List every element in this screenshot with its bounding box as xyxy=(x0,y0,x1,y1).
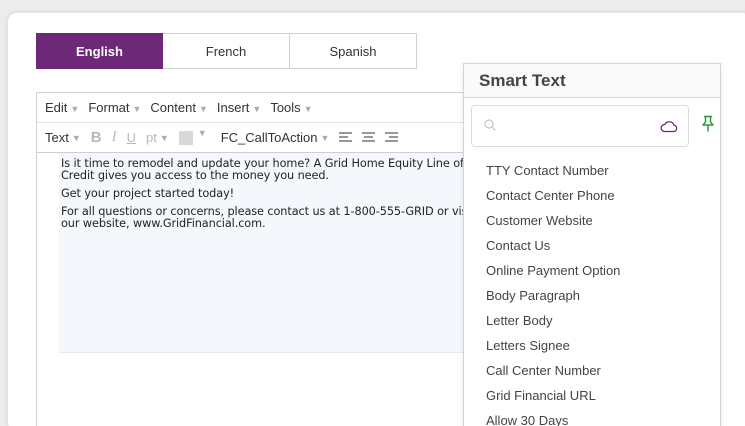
align-right-icon[interactable] xyxy=(385,132,399,143)
align-center-icon[interactable] xyxy=(362,132,376,143)
list-item[interactable]: Grid Financial URL xyxy=(464,383,720,408)
list-item[interactable]: Call Center Number xyxy=(464,358,720,383)
text-format-select[interactable]: Text ▼ xyxy=(45,130,81,145)
smart-text-panel: Smart Text TTY Contact Number Contact Ce… xyxy=(463,63,721,426)
text-color-button[interactable]: ▼ xyxy=(178,128,207,145)
menu-content[interactable]: Content ▼ xyxy=(150,100,207,115)
list-item[interactable]: Contact Us xyxy=(464,233,720,258)
rich-text-editor: Edit ▼ Format ▼ Content ▼ Insert ▼ Tools ▼ Te… xyxy=(36,92,476,426)
tab-spanish[interactable]: Spanish xyxy=(290,33,417,69)
smart-text-title: Smart Text xyxy=(464,64,720,98)
editor-content-area[interactable]: Is it time to remodel and update your ho… xyxy=(59,153,475,353)
list-item[interactable]: TTY Contact Number xyxy=(464,158,720,183)
menu-format[interactable]: Format ▼ xyxy=(88,100,141,115)
list-item[interactable]: Body Paragraph xyxy=(464,283,720,308)
color-swatch-icon xyxy=(178,130,193,145)
align-left-icon[interactable] xyxy=(339,132,353,143)
font-size-select[interactable]: pt ▼ xyxy=(146,130,169,145)
list-item[interactable]: Allow 30 Days xyxy=(464,408,720,426)
body-paragraph: Is it time to remodel and update your ho… xyxy=(61,157,464,182)
call-to-action-paragraph: Get your project started today! xyxy=(61,187,235,200)
list-item[interactable]: Contact Center Phone xyxy=(464,183,720,208)
list-item[interactable]: Letters Signee xyxy=(464,333,720,358)
italic-button[interactable]: I xyxy=(112,129,117,146)
language-tabs: English French Spanish xyxy=(36,33,417,69)
editor-toolbar: Text ▼ B I U pt ▼ ▼ FC_CallToAction ▼ xyxy=(37,123,475,153)
list-item[interactable]: Letter Body xyxy=(464,308,720,333)
menu-tools[interactable]: Tools ▼ xyxy=(270,100,312,115)
list-item[interactable]: Online Payment Option xyxy=(464,258,720,283)
menu-insert[interactable]: Insert ▼ xyxy=(217,100,261,115)
list-item[interactable]: Customer Website xyxy=(464,208,720,233)
tab-french[interactable]: French xyxy=(163,33,290,69)
tab-english[interactable]: English xyxy=(36,33,163,69)
style-select[interactable]: FC_CallToAction ▼ xyxy=(221,130,330,145)
search-icon xyxy=(484,119,496,131)
pin-icon[interactable] xyxy=(700,115,716,133)
underline-button[interactable]: U xyxy=(127,130,136,145)
cloud-icon[interactable] xyxy=(660,119,678,133)
editor-menubar: Edit ▼ Format ▼ Content ▼ Insert ▼ Tools ▼ xyxy=(37,93,475,123)
smart-text-search-input[interactable] xyxy=(471,105,689,147)
contact-paragraph: For all questions or concerns, please co… xyxy=(61,205,475,230)
smart-text-list: TTY Contact Number Contact Center Phone … xyxy=(464,158,720,426)
bold-button[interactable]: B xyxy=(91,129,102,146)
menu-edit[interactable]: Edit ▼ xyxy=(45,100,79,115)
